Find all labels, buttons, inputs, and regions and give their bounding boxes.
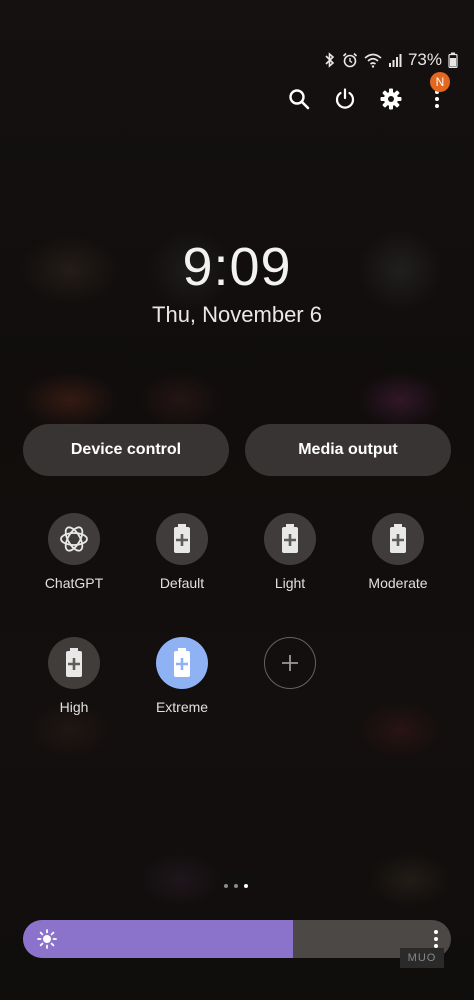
clock-date: Thu, November 6: [152, 302, 322, 327]
tile-label: High: [59, 699, 89, 715]
page-dot: [234, 884, 238, 888]
page-dot: [224, 884, 228, 888]
tile-label: Extreme: [155, 699, 209, 715]
chatgpt-icon[interactable]: [48, 513, 100, 565]
sun-icon: [37, 929, 57, 954]
tile-moderate[interactable]: Moderate: [348, 513, 448, 591]
signal-icon: [388, 52, 402, 68]
wifi-icon: [364, 52, 382, 68]
battery-plus-icon[interactable]: [48, 637, 100, 689]
brightness-level: [23, 920, 293, 958]
battery-plus-icon[interactable]: [264, 513, 316, 565]
clock-time: 9:09: [182, 237, 292, 297]
search-icon[interactable]: [288, 88, 310, 110]
battery-percent: 73%: [407, 50, 442, 69]
notification-badge: N: [430, 72, 450, 92]
tile-add[interactable]: [240, 637, 340, 689]
battery-plus-icon[interactable]: [156, 513, 208, 565]
page-dot-current: [244, 884, 248, 888]
more-icon[interactable]: N: [426, 72, 450, 110]
power-icon[interactable]: [334, 88, 356, 110]
tile-label: Default: [159, 575, 205, 591]
status-bar: 73%: [324, 50, 458, 70]
page-indicator: [224, 884, 248, 888]
tile-default[interactable]: Default: [132, 513, 232, 591]
device-control-button[interactable]: Device control: [23, 424, 229, 476]
tile-label: Moderate: [368, 575, 428, 591]
media-output-button[interactable]: Media output: [245, 424, 451, 476]
bluetooth-icon: [324, 52, 336, 68]
tile-label: Light: [274, 575, 306, 591]
battery-plus-icon[interactable]: [156, 637, 208, 689]
tile-high[interactable]: High: [24, 637, 124, 715]
battery-icon: [448, 52, 458, 68]
tile-extreme[interactable]: Extreme: [132, 637, 232, 715]
tile-light[interactable]: Light: [240, 513, 340, 591]
alarm-icon: [342, 52, 358, 68]
settings-icon[interactable]: [380, 88, 402, 110]
brightness-slider[interactable]: [23, 920, 451, 958]
plus-icon[interactable]: [264, 637, 316, 689]
quick-panel-actions: N: [288, 72, 450, 110]
battery-plus-icon[interactable]: [372, 513, 424, 565]
watermark: MUO: [400, 948, 444, 968]
tile-label: ChatGPT: [44, 575, 104, 591]
tile-chatgpt[interactable]: ChatGPT: [24, 513, 124, 591]
